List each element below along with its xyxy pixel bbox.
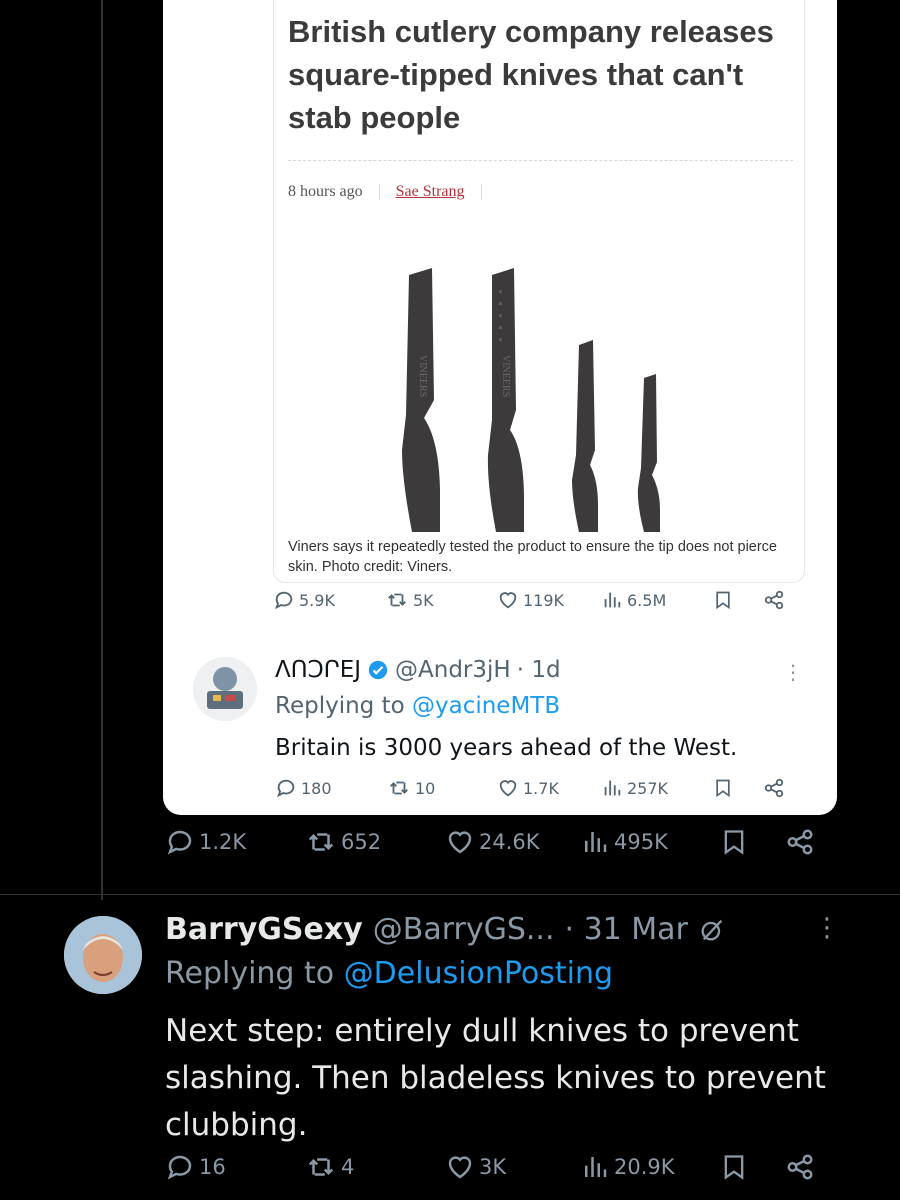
quoted-tweet-card[interactable]: British cutlery company releases square-… [163, 0, 837, 815]
like-icon [448, 831, 472, 854]
divider [288, 160, 793, 161]
like-button[interactable]: 24.6K [445, 827, 540, 857]
display-name[interactable]: ΛՈϽՐΕЈ [275, 657, 361, 683]
like-count: 24.6K [479, 830, 540, 854]
grok-icon[interactable] [698, 916, 726, 944]
more-icon[interactable]: ⋮ [814, 913, 840, 943]
bookmark-button[interactable] [713, 589, 733, 611]
article-meta: 8 hours ago Sae Strang [288, 183, 498, 201]
like-count: 3K [479, 1155, 507, 1179]
share-button[interactable] [785, 827, 815, 857]
repost-button[interactable]: 652 [305, 827, 381, 857]
like-icon [499, 780, 517, 797]
bookmark-button[interactable] [720, 1152, 748, 1182]
view-count: 20.9K [614, 1155, 675, 1179]
thread-line [101, 0, 103, 900]
like-count: 1.7K [523, 778, 559, 798]
bookmark-icon [724, 830, 744, 855]
reply-button[interactable]: 180 [275, 777, 332, 799]
share-icon [764, 778, 784, 798]
repost-button[interactable]: 10 [387, 777, 435, 799]
repost-icon [390, 781, 408, 795]
reply-button[interactable]: 1.2K [165, 827, 246, 857]
views-icon [604, 780, 621, 796]
repost-button[interactable]: 5K [385, 589, 434, 611]
more-icon[interactable]: ⋮ [783, 660, 803, 684]
reply-button[interactable]: 16 [165, 1152, 226, 1182]
article-time: 8 hours ago [288, 183, 363, 200]
like-icon [499, 592, 517, 609]
views-button[interactable]: 257K [601, 777, 668, 799]
repost-count: 5K [413, 590, 434, 610]
view-count: 495K [614, 830, 668, 854]
replying-to: Replying to @yacineMTB [275, 693, 560, 719]
repost-button[interactable]: 4 [305, 1152, 354, 1182]
views-button[interactable]: 495K [580, 827, 668, 857]
views-button[interactable]: 20.9K [580, 1152, 675, 1182]
repost-icon [308, 1158, 334, 1176]
reply-icon [167, 1155, 192, 1180]
article-headline: British cutlery company releases square-… [288, 14, 774, 135]
view-count: 6.5M [627, 590, 667, 610]
bookmark-button[interactable] [720, 827, 748, 857]
reply-count: 16 [199, 1155, 226, 1179]
view-count: 257K [627, 778, 669, 798]
bookmark-button[interactable] [713, 777, 733, 799]
knives-photo: VINEERS VINEERS [402, 268, 660, 532]
reply-count: 1.2K [199, 830, 247, 854]
handle[interactable]: @BarryGS... [373, 912, 555, 947]
avatar[interactable] [64, 916, 142, 994]
replying-prefix: Replying to [165, 956, 344, 991]
share-button[interactable] [763, 777, 785, 799]
timestamp[interactable]: · 31 Mar [565, 912, 688, 947]
article-author-link[interactable]: Sae Strang [396, 183, 465, 200]
share-icon [787, 829, 813, 855]
replying-prefix: Replying to [275, 693, 412, 719]
avatar[interactable] [193, 657, 257, 721]
tweet-text: Britain is 3000 years ahead of the West. [275, 735, 738, 761]
views-icon [604, 592, 621, 608]
reply-icon [277, 779, 295, 798]
reply-button[interactable]: 5.9K [273, 589, 335, 611]
display-name[interactable]: BarryGSexy [165, 912, 363, 947]
reply-count: 5.9K [299, 590, 335, 610]
knife-brand-mark: VINEERS [500, 355, 511, 397]
reply-icon [167, 830, 192, 855]
like-count: 119K [523, 590, 565, 610]
share-button[interactable] [785, 1152, 815, 1182]
views-icon [585, 1157, 607, 1177]
replying-to: Replying to @DelusionPosting [165, 956, 613, 991]
share-button[interactable] [763, 589, 785, 611]
bookmark-icon [716, 779, 730, 798]
verified-icon [368, 660, 388, 680]
handle[interactable]: @Andr3jH [395, 657, 511, 683]
like-button[interactable]: 119K [497, 589, 564, 611]
timestamp[interactable]: · 1d [517, 657, 561, 683]
tweet-author: BarryGSexy @BarryGS... · 31 Mar [165, 912, 726, 947]
like-icon [448, 1156, 472, 1179]
bookmark-icon [724, 1155, 744, 1180]
reply-author: ΛՈϽՐΕЈ @Andr3jH · 1d [275, 657, 561, 683]
views-icon [585, 832, 607, 852]
bookmark-icon [716, 591, 730, 610]
reply-count: 180 [301, 778, 332, 798]
repost-count: 10 [415, 778, 436, 798]
views-button[interactable]: 6.5M [601, 589, 666, 611]
like-button[interactable]: 1.7K [497, 777, 559, 799]
knife-brand-mark: VINEERS [417, 355, 428, 397]
repost-count: 652 [341, 830, 382, 854]
mention-link[interactable]: @yacineMTB [412, 693, 560, 719]
share-icon [764, 590, 784, 610]
news-article-screenshot: British cutlery company releases square-… [273, 0, 805, 583]
repost-icon [308, 833, 334, 851]
repost-icon [388, 593, 406, 607]
article-caption: Viners says it repeatedly tested the pro… [288, 539, 777, 575]
like-button[interactable]: 3K [445, 1152, 506, 1182]
repost-count: 4 [341, 1155, 355, 1179]
reply-icon [275, 591, 293, 610]
divider [0, 894, 900, 895]
share-icon [787, 1154, 813, 1180]
mention-link[interactable]: @DelusionPosting [344, 956, 613, 991]
tweet-text: Next step: entirely dull knives to preve… [165, 1013, 826, 1143]
